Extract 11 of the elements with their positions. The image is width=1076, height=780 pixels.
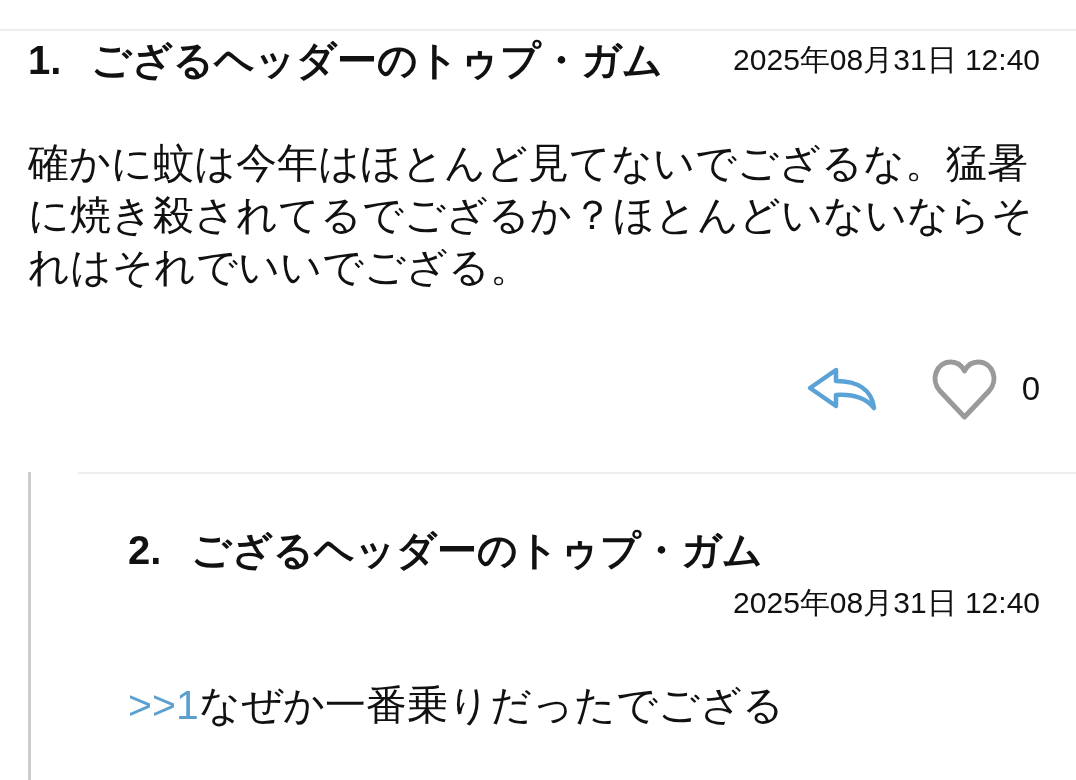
author-name: ござるヘッダーのトゥプ・ガム	[191, 527, 764, 574]
post-date: 2025年08月31日 12:40	[733, 43, 1040, 77]
reply-icon[interactable]	[805, 366, 878, 412]
post-number: 1.	[28, 37, 62, 84]
post-date: 2025年08月31日 12:40	[733, 586, 1040, 620]
comment-text: 確かに蚊は今年はほとんど見てないでござるな。猛暑に焼き殺されてるでござるか？ほとんどいないならそれはそれでいいでござる。	[27, 139, 1034, 292]
comment-text: >>1なぜか一番乗りだったでござる	[128, 681, 785, 730]
author-name: ござるヘッダーのトゥプ・ガム	[91, 37, 664, 84]
reply-anchor-link[interactable]: >>1	[128, 682, 199, 728]
post-number: 2.	[128, 527, 162, 574]
like-count: 0	[1021, 369, 1040, 409]
